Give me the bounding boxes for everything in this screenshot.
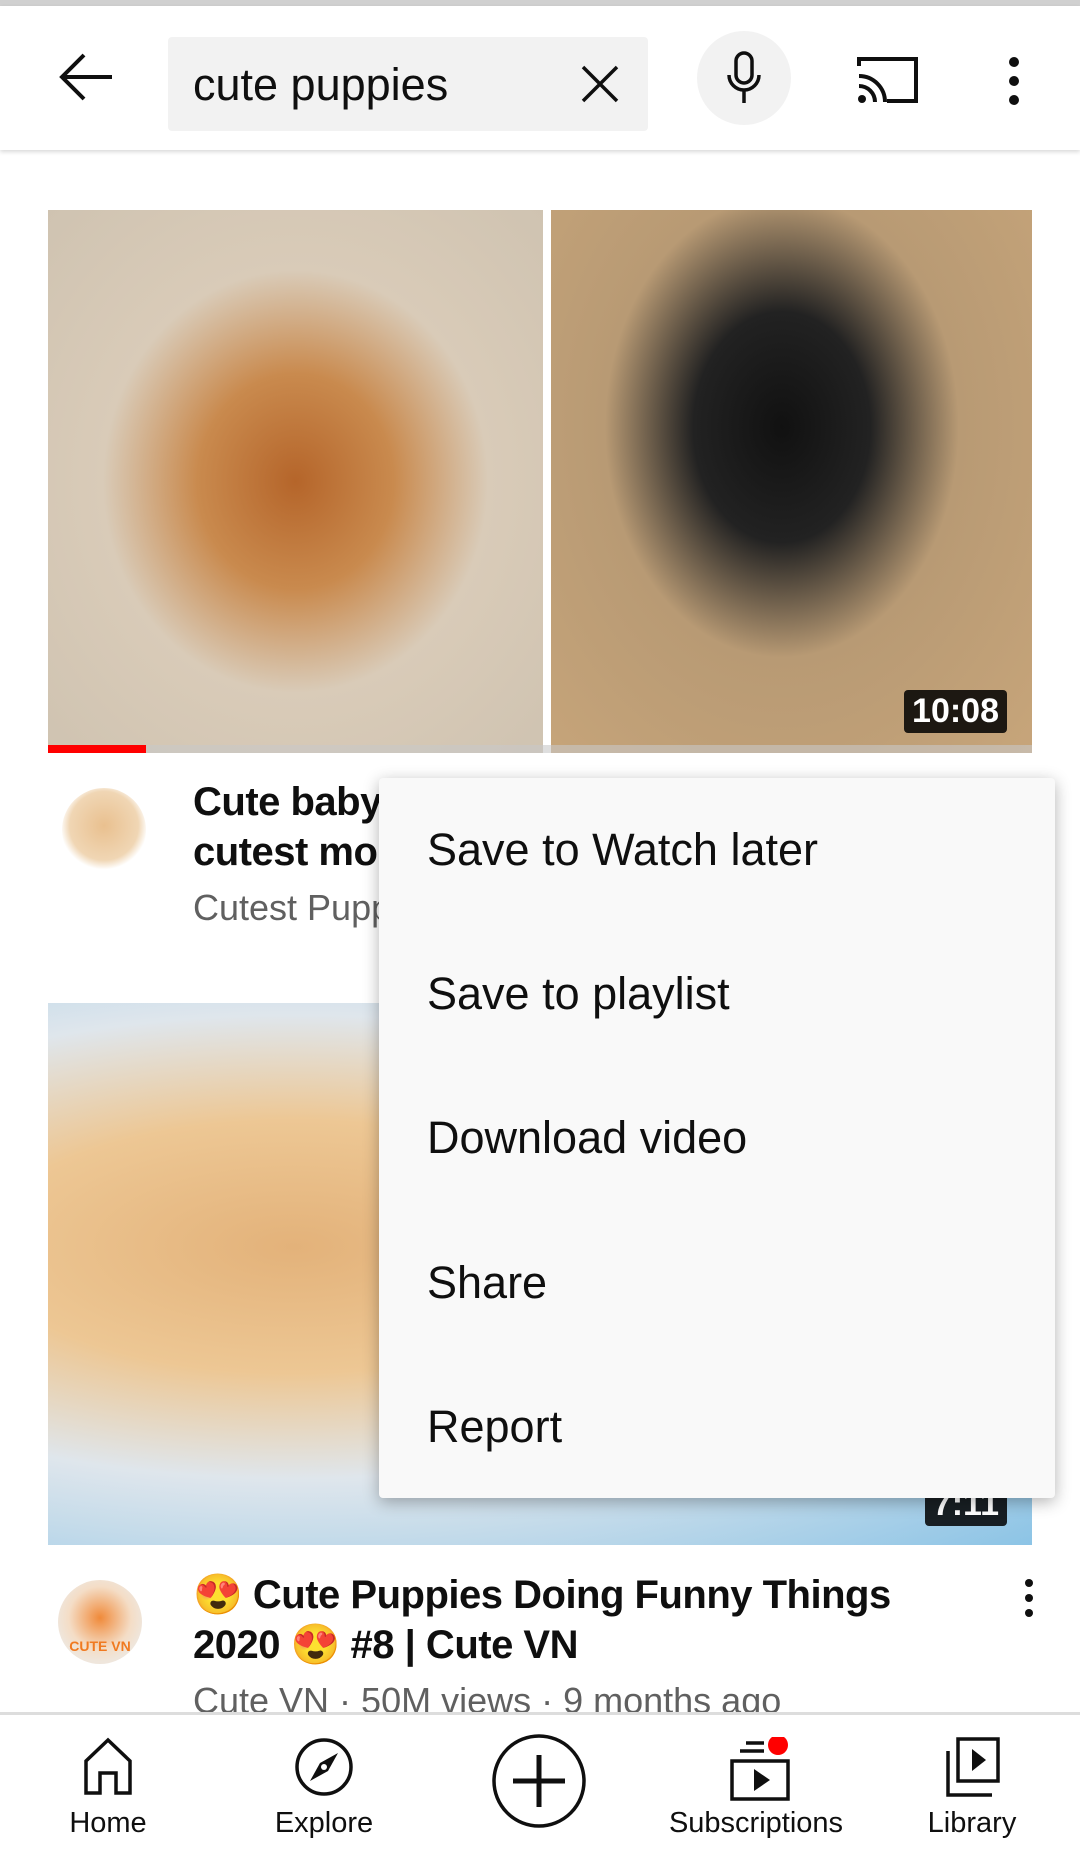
menu-item-save-watch-later[interactable]: Save to Watch later [427, 824, 818, 876]
channel-avatar[interactable] [62, 788, 146, 872]
nav-subscriptions[interactable]: Subscriptions [656, 1715, 856, 1857]
clear-icon[interactable] [581, 65, 619, 103]
video-more-options-icon[interactable] [1022, 1578, 1036, 1618]
video-options-menu: Save to Watch later Save to playlist Dow… [379, 778, 1055, 1498]
voice-search-button[interactable] [697, 31, 791, 125]
thumbnail-image-brown-puppy [48, 210, 543, 753]
microphone-icon [727, 51, 761, 103]
thumbnail-image-black-puppy [551, 210, 1032, 753]
bottom-nav: Home Explore Subscriptions Library [0, 1712, 1080, 1854]
video-meta: Cutest Pupp [193, 887, 392, 928]
nav-library[interactable]: Library [872, 1715, 1072, 1857]
menu-item-download[interactable]: Download video [427, 1112, 747, 1164]
duration-badge: 10:08 [904, 690, 1007, 733]
video-thumbnail[interactable]: 10:08 [48, 210, 1032, 753]
back-arrow-icon[interactable] [58, 53, 114, 101]
nav-home[interactable]: Home [8, 1715, 208, 1857]
channel-avatar[interactable]: CUTE VN [58, 1580, 142, 1664]
more-options-icon[interactable] [1007, 56, 1021, 106]
nav-explore[interactable]: Explore [224, 1715, 424, 1857]
subscriptions-icon [730, 1737, 790, 1801]
search-query: cute puppies [193, 59, 449, 110]
menu-item-save-playlist[interactable]: Save to playlist [427, 968, 730, 1020]
library-icon [946, 1737, 1000, 1797]
video-title[interactable]: 😍 Cute Puppies Doing Funny Things 2020 😍 … [193, 1570, 993, 1670]
header: cute puppies [0, 6, 1080, 150]
progress-track [48, 745, 1032, 753]
menu-item-report[interactable]: Report [427, 1401, 562, 1453]
nav-create[interactable] [439, 1715, 639, 1857]
search-input[interactable]: cute puppies [168, 37, 648, 131]
cast-icon[interactable] [857, 56, 919, 104]
home-icon [84, 1737, 132, 1795]
watched-progress-bar [48, 745, 147, 753]
compass-icon [295, 1738, 353, 1796]
menu-item-share[interactable]: Share [427, 1257, 547, 1309]
create-plus-icon [492, 1734, 586, 1828]
notification-dot [768, 1737, 788, 1755]
